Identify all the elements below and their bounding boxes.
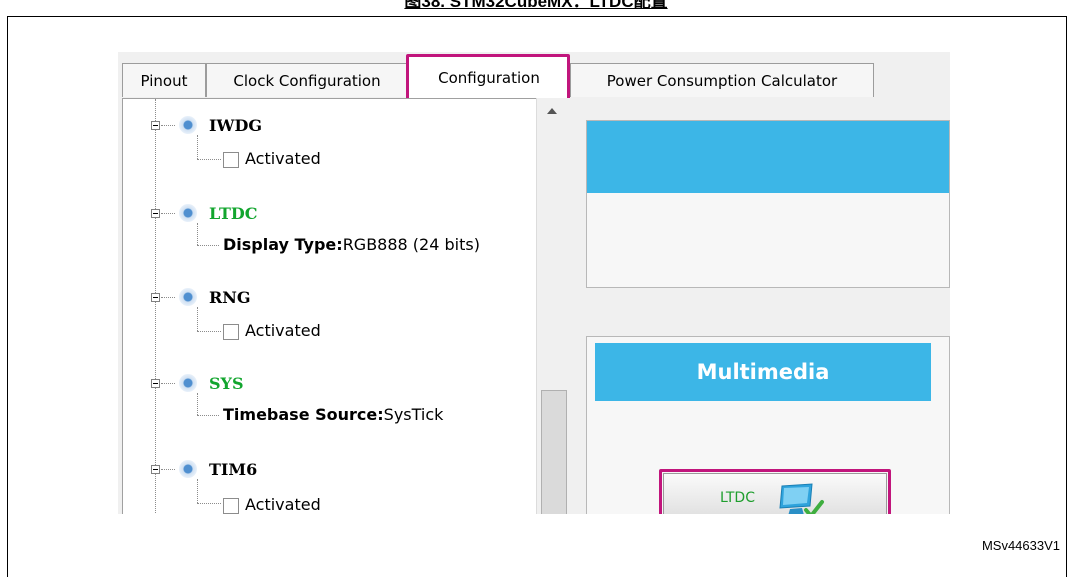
rng-activated-label: Activated xyxy=(245,321,321,340)
tree-guide-line xyxy=(197,135,198,159)
tree-guide-line xyxy=(197,307,198,331)
tree-connector xyxy=(161,213,175,214)
tree-node-sys[interactable]: SYS xyxy=(209,370,244,398)
peripheral-icon xyxy=(179,288,197,306)
tree-guide-line xyxy=(197,393,198,415)
sys-timebase-row[interactable]: Timebase Source:SysTick xyxy=(223,401,443,429)
tree-connector xyxy=(161,125,175,126)
tree-guide-line xyxy=(155,99,156,514)
tab-bar: Pinout Clock Configuration Configuration… xyxy=(118,52,950,102)
collapse-icon[interactable] xyxy=(151,209,160,218)
ltdc-param-value: RGB888 (24 bits) xyxy=(342,235,480,254)
tree-connector xyxy=(161,383,175,384)
category-header-bar xyxy=(587,121,949,193)
ltdc-button-highlight xyxy=(659,469,891,514)
tree-connector xyxy=(197,159,221,160)
peripheral-tree: IWDG Activated LTDC Display Type:RGB888 … xyxy=(122,98,554,514)
ltdc-display-type-row[interactable]: Display Type:RGB888 (24 bits) xyxy=(223,231,480,259)
figure-reference: MSv44633V1 xyxy=(981,538,1060,553)
tree-connector xyxy=(197,415,219,416)
tab-power-consumption-calculator[interactable]: Power Consumption Calculator xyxy=(570,63,874,97)
tree-connector xyxy=(197,245,219,246)
peripheral-icon xyxy=(179,374,197,392)
multimedia-header: Multimedia xyxy=(595,343,931,401)
tim6-activated-row[interactable]: Activated xyxy=(223,491,321,514)
tree-scrollbar[interactable] xyxy=(536,98,571,514)
peripheral-icon xyxy=(179,116,197,134)
tree-connector xyxy=(197,331,221,332)
tree-connector xyxy=(197,503,221,504)
peripheral-icon xyxy=(179,204,197,222)
configuration-tab-highlight xyxy=(406,54,570,102)
ltdc-param-name: Display Type: xyxy=(223,235,343,254)
collapse-icon[interactable] xyxy=(151,121,160,130)
tim6-activated-checkbox[interactable] xyxy=(223,497,239,514)
collapse-icon[interactable] xyxy=(151,293,160,302)
tim6-activated-label: Activated xyxy=(245,495,321,514)
collapse-icon[interactable] xyxy=(151,379,160,388)
iwdg-activated-checkbox[interactable] xyxy=(223,151,239,168)
tree-node-iwdg[interactable]: IWDG xyxy=(209,112,262,140)
tree-guide-line xyxy=(197,223,198,245)
multimedia-section: Multimedia LTDC xyxy=(586,336,950,514)
category-section-top xyxy=(586,120,950,288)
rng-activated-row[interactable]: Activated xyxy=(223,317,321,345)
tab-pinout[interactable]: Pinout xyxy=(122,63,206,97)
collapse-icon[interactable] xyxy=(151,465,160,474)
rng-activated-checkbox[interactable] xyxy=(223,323,239,340)
scroll-thumb[interactable] xyxy=(541,390,567,514)
tree-node-rng[interactable]: RNG xyxy=(209,284,251,312)
tree-node-ltdc[interactable]: LTDC xyxy=(209,200,257,228)
tree-connector xyxy=(161,297,175,298)
figure-caption: 图38. STM32CubeMX：LTDC配置 xyxy=(404,0,668,11)
app-screenshot: Pinout Clock Configuration Configuration… xyxy=(118,52,950,514)
tree-guide-line xyxy=(197,479,198,503)
iwdg-activated-label: Activated xyxy=(245,149,321,168)
tree-node-tim6[interactable]: TIM6 xyxy=(209,456,257,484)
iwdg-activated-row[interactable]: Activated xyxy=(223,145,321,173)
tab-clock-configuration[interactable]: Clock Configuration xyxy=(206,63,408,97)
tree-connector xyxy=(161,469,175,470)
peripheral-icon xyxy=(179,460,197,478)
sys-param-value: SysTick xyxy=(383,405,444,424)
category-panel: Multimedia LTDC xyxy=(574,98,950,514)
scroll-up-icon[interactable] xyxy=(547,108,557,114)
sys-param-name: Timebase Source: xyxy=(223,405,384,424)
